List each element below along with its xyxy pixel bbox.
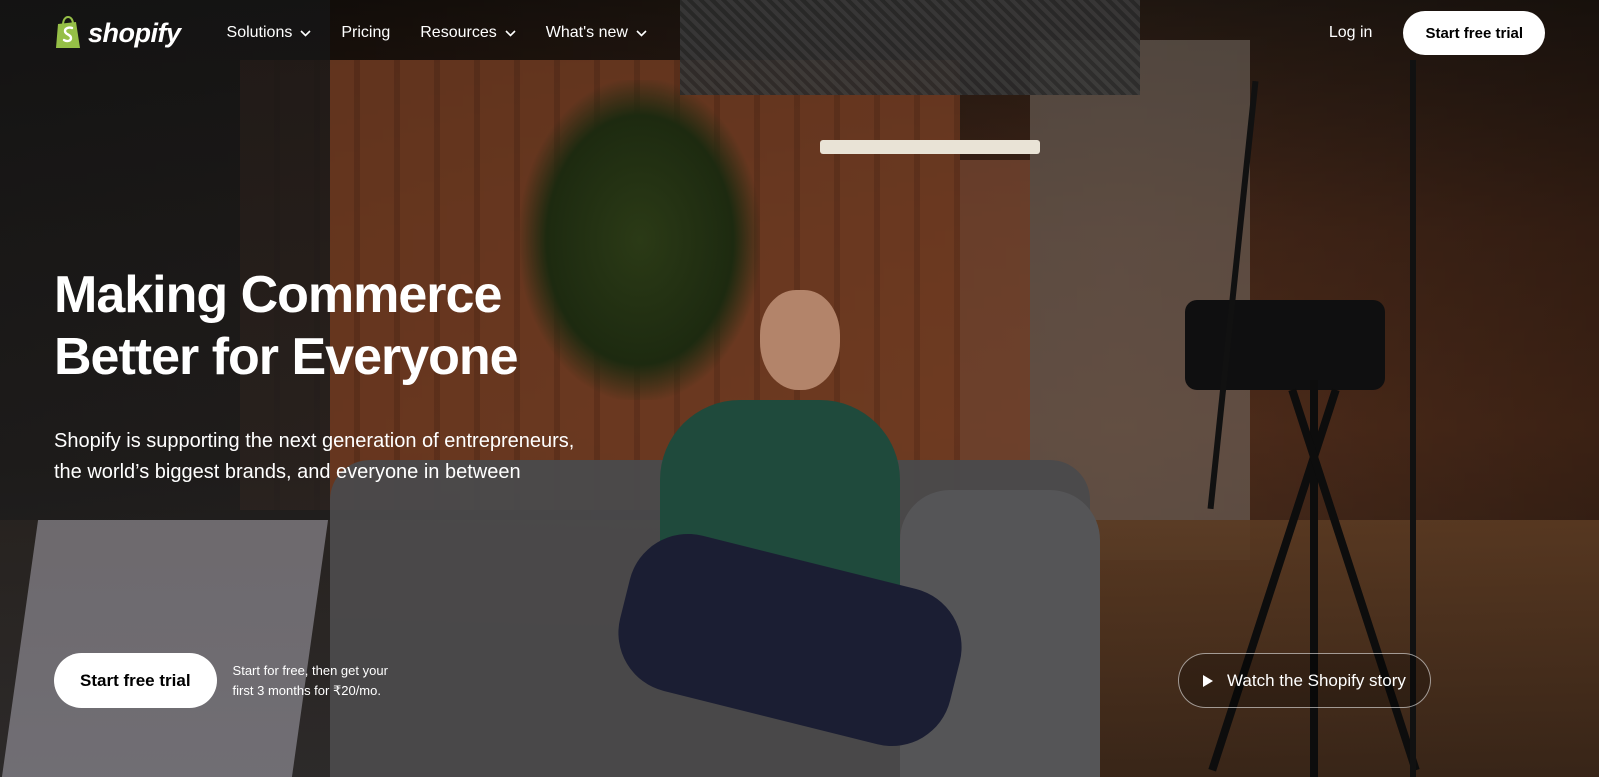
nav-item-label: Resources [420,24,497,41]
nav-actions: Log in Start free trial [1329,11,1545,55]
nav-item-solutions[interactable]: Solutions [227,24,312,42]
hero-title-line: Making Commerce [54,266,502,324]
play-icon [1203,674,1213,687]
studio-light-bar [820,140,1040,154]
hero-cta-row: Start free trial Start for free, then ge… [54,653,433,708]
shopping-bag-icon [56,16,80,48]
hero-subtitle-line: the world’s biggest brands, and everyone… [54,461,521,483]
hero-subtitle: Shopify is supporting the next generatio… [54,426,654,488]
login-link[interactable]: Log in [1329,24,1373,42]
hero-title-line: Better for Everyone [54,328,519,386]
hero-subtitle-line: Shopify is supporting the next generatio… [54,430,575,452]
nav-item-label: Solutions [226,24,293,41]
nav-item-whats-new[interactable]: What's new [546,24,647,42]
pricing-note: Start for free, then get your first 3 mo… [233,661,433,701]
nav-item-pricing[interactable]: Pricing [341,24,390,42]
background-door [960,160,1030,490]
logo-wordmark: shopify [88,17,181,48]
watch-story-button[interactable]: Watch the Shopify story [1178,653,1431,708]
hero-title: Making Commerce Better for Everyone [54,264,674,388]
left-softbox [1,520,329,777]
nav-item-label: What's new [545,24,628,41]
nav-item-resources[interactable]: Resources [420,24,516,42]
top-navigation: shopify Solutions Pricing Resources What… [0,0,1599,66]
nav-start-free-trial-button[interactable]: Start free trial [1403,11,1545,55]
chevron-down-icon [300,29,311,37]
shopify-logo[interactable]: shopify [54,16,181,50]
watch-story-label: Watch the Shopify story [1227,670,1406,690]
hero-start-free-trial-button[interactable]: Start free trial [54,653,217,708]
pricing-note-line: first 3 months for ₹20/mo. [232,682,381,698]
pricing-note-line: Start for free, then get your [232,662,388,678]
chevron-down-icon [636,29,647,37]
chevron-down-icon [505,29,516,37]
nav-links: Solutions Pricing Resources What's new [227,24,647,42]
nav-item-label: Pricing [341,24,391,41]
camera [1185,300,1385,390]
person-head [760,290,840,390]
